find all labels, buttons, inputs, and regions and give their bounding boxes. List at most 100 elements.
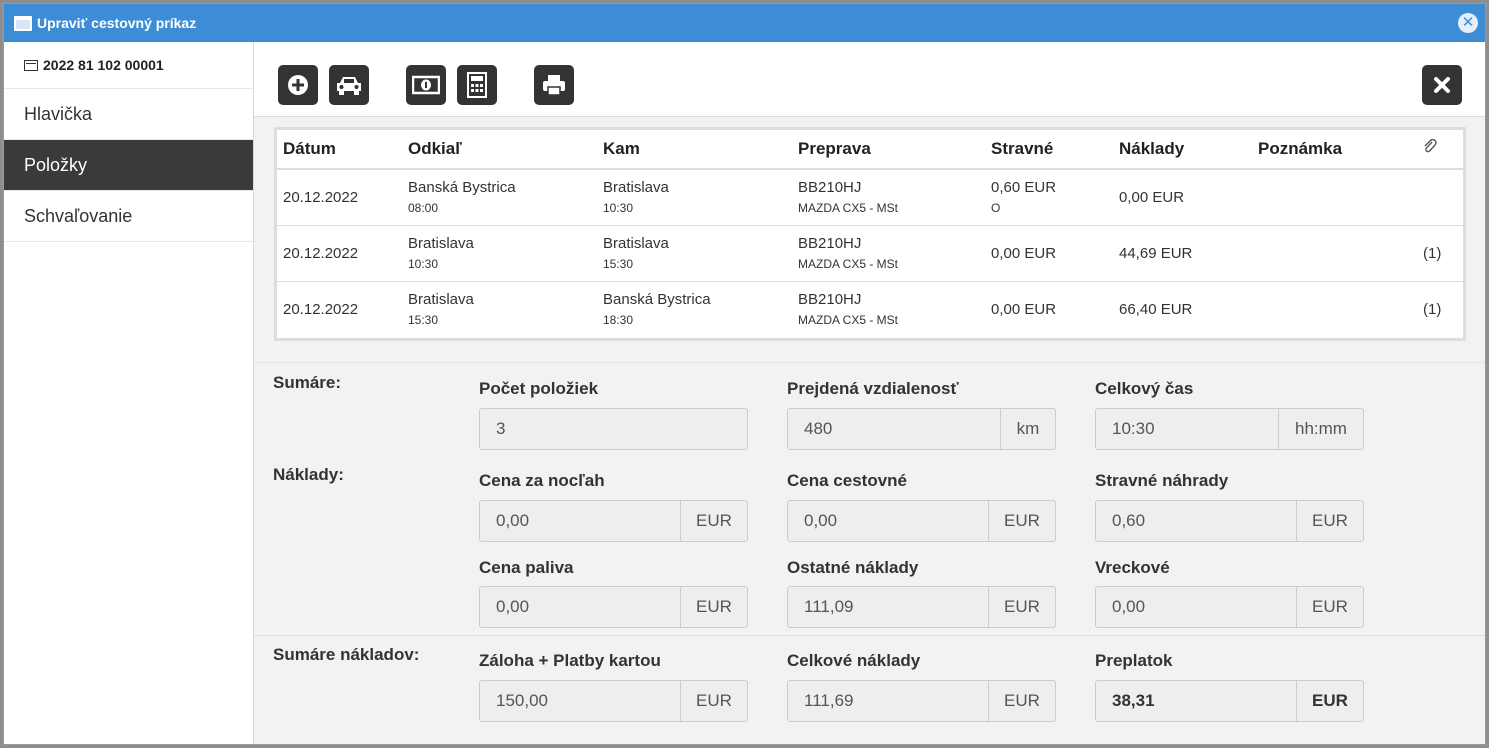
travel-price-unit: EUR — [988, 501, 1055, 541]
item-count-field: 3 — [479, 408, 748, 450]
cell-meals: 0,00 EUR — [991, 300, 1057, 318]
col-header-from[interactable]: Odkiaľ — [402, 130, 597, 170]
fuel-price-field: 0,00 EUR — [479, 586, 748, 628]
sidebar-item-hlavicka[interactable]: Hlavička — [4, 89, 253, 140]
pocket-money-unit: EUR — [1296, 587, 1363, 627]
paperclip-icon — [1424, 138, 1437, 152]
section-divider — [254, 635, 1485, 636]
cell-attachments[interactable]: (1) — [1417, 225, 1463, 282]
night-price-value: 0,00 — [496, 511, 530, 530]
distance-value: 480 — [804, 419, 833, 438]
cell-transport: BB210HJ MAZDA CX5 - MSt — [792, 281, 985, 337]
col-header-meals[interactable]: Stravné — [985, 130, 1113, 170]
sidebar-item-polozky[interactable]: Položky — [4, 140, 253, 191]
item-count-label: Počet položiek — [479, 379, 599, 398]
close-icon — [1434, 77, 1450, 93]
advance-card-field: 150,00 EUR — [479, 680, 748, 722]
from-time: 08:00 — [408, 201, 439, 216]
summaries-label: Sumáre: — [273, 373, 342, 392]
pocket-money-label: Vreckové — [1095, 558, 1170, 577]
total-time-value: 10:30 — [1112, 419, 1155, 438]
document-number: 2022 81 102 00001 — [4, 42, 253, 89]
total-time-field: 10:30 hh:mm — [1095, 408, 1364, 450]
close-button[interactable] — [1422, 65, 1462, 105]
vehicle-model: MAZDA CX5 - MSt — [798, 257, 899, 271]
main-content: Dátum Odkiaľ Kam Preprava Stravné Náklad… — [254, 42, 1485, 744]
cell-meals: 0,00 EUR — [985, 225, 1113, 282]
col-header-to[interactable]: Kam — [597, 130, 792, 170]
to-place: Bratislava — [603, 179, 669, 197]
total-time-unit: hh:mm — [1278, 409, 1363, 449]
col-header-costs[interactable]: Náklady — [1113, 130, 1252, 170]
total-time-label: Celkový čas — [1095, 379, 1194, 398]
from-place: Banská Bystrica — [408, 179, 516, 197]
dialog-titlebar: Upraviť cestovný príkaz ✕ — [4, 4, 1485, 42]
overpayment-unit: EUR — [1296, 681, 1363, 721]
cell-costs: 0,00 EUR — [1113, 169, 1252, 226]
plus-circle-icon — [288, 75, 308, 95]
meal-compensation-value: 0,60 — [1112, 511, 1146, 530]
other-costs-value: 111,09 — [804, 597, 854, 616]
item-count-value: 3 — [496, 419, 506, 438]
distance-field: 480 km — [787, 408, 1056, 450]
col-header-note[interactable]: Poznámka — [1252, 130, 1417, 170]
cell-meals: 0,60 EUR O — [985, 169, 1113, 226]
print-icon — [543, 75, 565, 96]
distance-label: Prejdená vzdialenosť — [787, 379, 959, 398]
sidebar: 2022 81 102 00001 Hlavička Položky Schva… — [4, 42, 254, 744]
items-table: Dátum Odkiaľ Kam Preprava Stravné Náklad… — [274, 127, 1466, 341]
night-price-field: 0,00 EUR — [479, 500, 748, 542]
fuel-price-unit: EUR — [680, 587, 747, 627]
advance-card-value: 150,00 — [496, 691, 548, 710]
cell-to: Banská Bystrica 18:30 — [597, 281, 792, 337]
meals-amount: 0,60 EUR — [991, 179, 1057, 197]
cell-note — [1252, 225, 1417, 282]
meal-compensation-label: Stravné náhrady — [1095, 471, 1229, 490]
col-header-attachments — [1417, 130, 1463, 170]
overpayment-field: 38,31 EUR — [1095, 680, 1364, 722]
cell-transport: BB210HJ MAZDA CX5 - MSt — [792, 169, 985, 226]
cell-note — [1252, 281, 1417, 337]
cell-attachments[interactable] — [1417, 169, 1463, 226]
print-button[interactable] — [534, 65, 574, 105]
table-header-row: Dátum Odkiaľ Kam Preprava Stravné Náklad… — [277, 130, 1463, 170]
sidebar-item-schvalovanie[interactable]: Schvaľovanie — [4, 191, 253, 242]
cell-date: 20.12.2022 — [283, 300, 359, 318]
fuel-price-label: Cena paliva — [479, 558, 574, 577]
dialog-title: Upraviť cestovný príkaz — [37, 15, 197, 31]
calculator-button[interactable] — [457, 65, 497, 105]
vehicle-model: MAZDA CX5 - MSt — [798, 201, 899, 216]
table-row[interactable]: 20.12.2022 Bratislava 15:30 Banská Bystri… — [277, 281, 1463, 337]
cell-costs: 66,40 EUR — [1119, 300, 1193, 318]
cell-to: Bratislava 15:30 — [597, 225, 792, 282]
add-item-button[interactable] — [278, 65, 318, 105]
col-header-date[interactable]: Dátum — [277, 130, 402, 170]
other-costs-unit: EUR — [988, 587, 1055, 627]
overpayment-label: Preplatok — [1095, 651, 1173, 670]
table-row[interactable]: 20.12.2022 Bratislava 10:30 Bratislava 15:… — [277, 225, 1463, 282]
other-costs-field: 111,09 EUR — [787, 586, 1056, 628]
cost-summaries-label: Sumáre nákladov: — [273, 645, 420, 664]
cell-date: 20.12.2022 — [277, 225, 402, 282]
night-price-unit: EUR — [680, 501, 747, 541]
toolbar — [254, 42, 1485, 117]
col-header-transport[interactable]: Preprava — [792, 130, 985, 170]
costs-label: Náklady: — [273, 465, 344, 484]
add-vehicle-button[interactable] — [329, 65, 369, 105]
dialog-close-icon[interactable]: ✕ — [1458, 13, 1478, 33]
to-time: 10:30 — [603, 201, 634, 216]
to-place: Bratislava — [603, 235, 669, 252]
vehicle-plate: BB210HJ — [798, 291, 862, 309]
total-costs-field: 111,69 EUR — [787, 680, 1056, 722]
vehicle-model: MAZDA CX5 - MSt — [798, 313, 899, 328]
to-time: 18:30 — [603, 313, 634, 328]
table-row[interactable]: 20.12.2022 Banská Bystrica 08:00 Bratisla… — [277, 169, 1463, 226]
vehicle-plate: BB210HJ — [798, 179, 862, 197]
document-number-text: 2022 81 102 00001 — [43, 57, 164, 73]
cell-from: Banská Bystrica 08:00 — [402, 169, 597, 226]
money-button[interactable] — [406, 65, 446, 105]
cell-costs: 44,69 EUR — [1113, 225, 1252, 282]
summary-section: Sumáre: Počet položiek 3 Prejdená vzdial… — [254, 362, 1485, 744]
cell-attachments[interactable]: (1) — [1417, 281, 1463, 337]
car-icon — [337, 77, 361, 95]
